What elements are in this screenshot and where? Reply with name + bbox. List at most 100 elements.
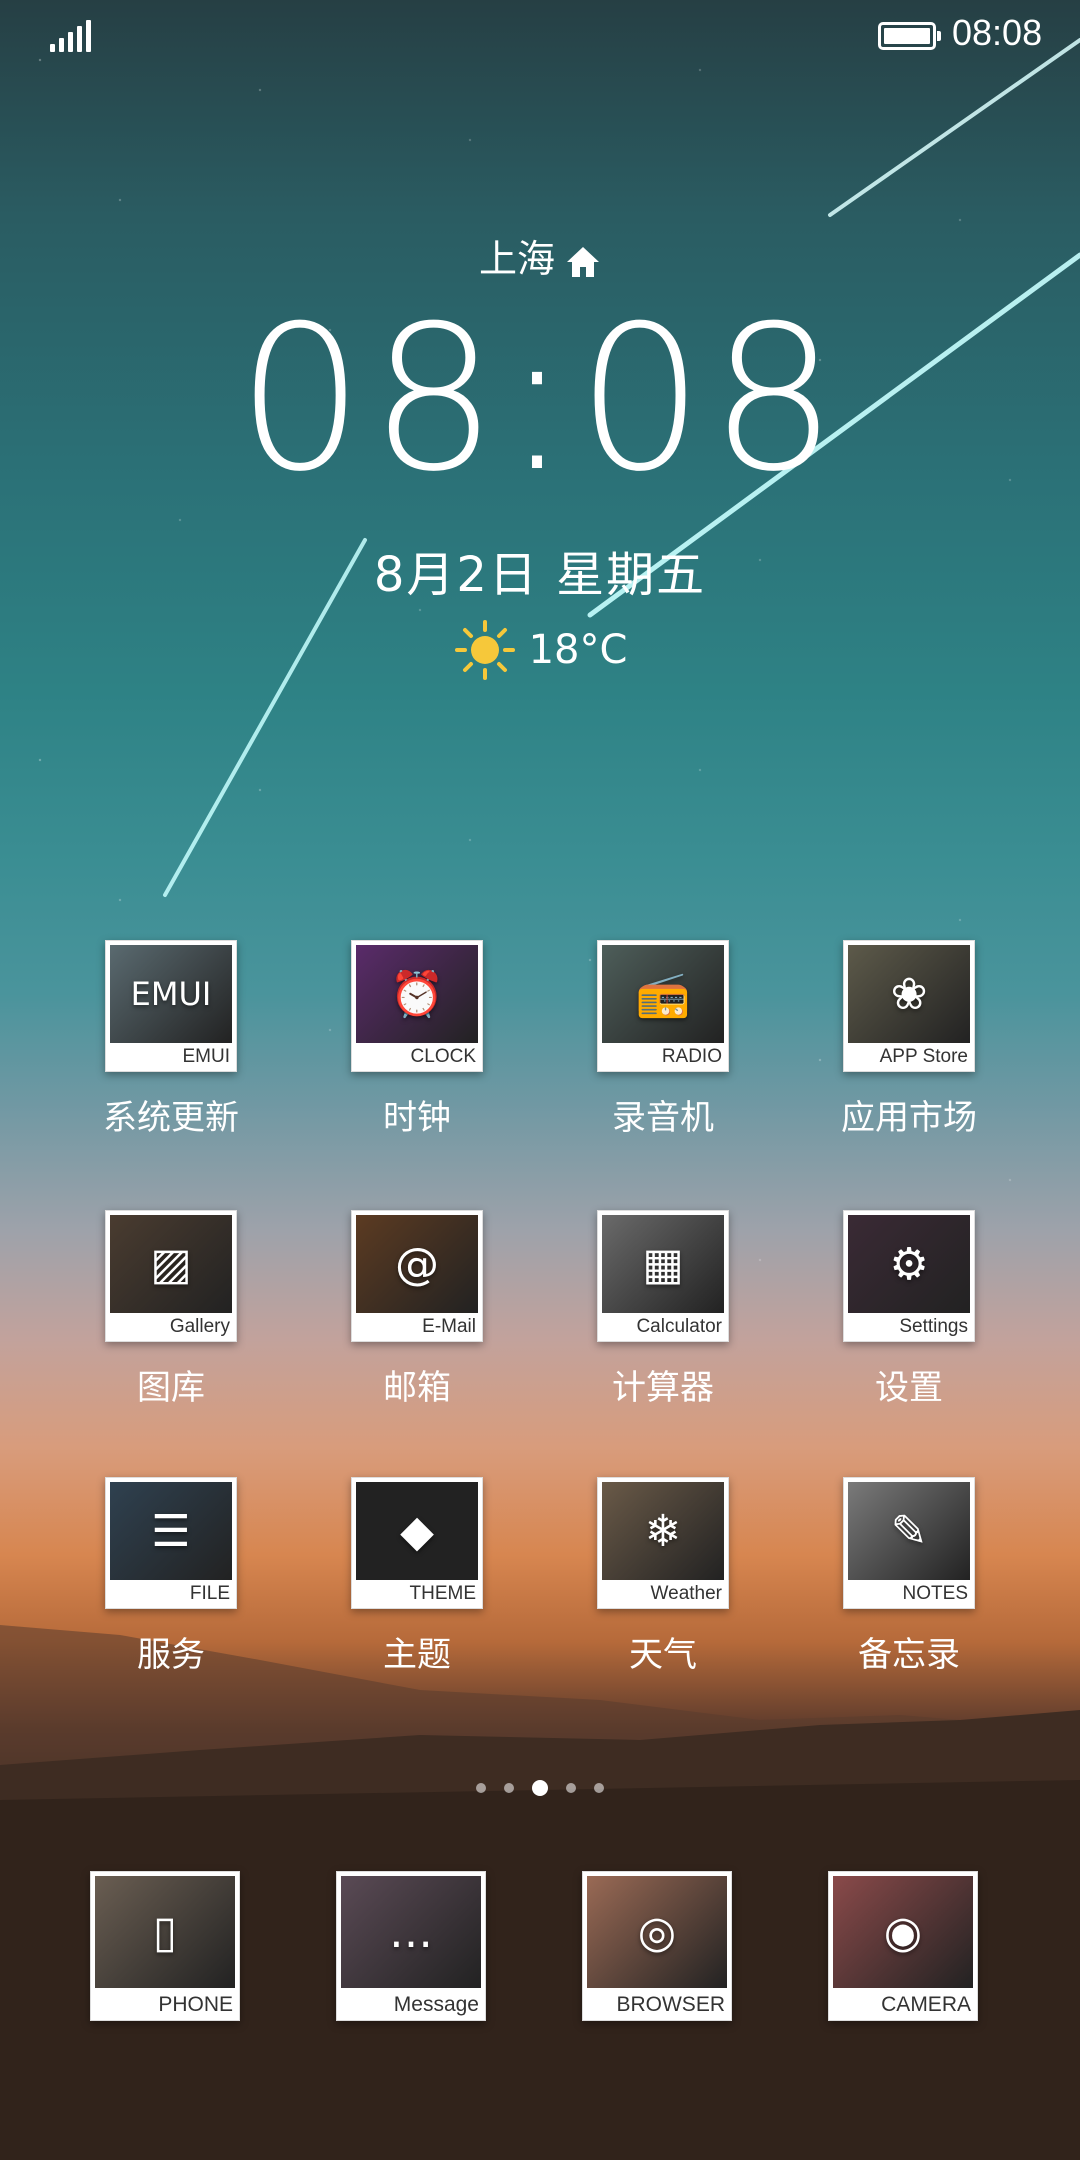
page-dot[interactable]	[504, 1783, 514, 1793]
app-icon-frame[interactable]: ◆ THEME	[351, 1477, 483, 1609]
app-label: 时钟	[383, 1098, 451, 1138]
app-label: 备忘录	[858, 1635, 960, 1675]
app-icon-frame[interactable]: ◉ CAMERA	[828, 1871, 978, 2021]
app-icon-photo: ▯	[95, 1876, 235, 1988]
app-icon-photo: ◎	[587, 1876, 727, 1988]
app-icon-caption: CLOCK	[410, 1046, 476, 1067]
app-icon-caption: RADIO	[661, 1046, 722, 1067]
app-e-mail[interactable]: @ E-Mail 邮箱	[327, 1210, 507, 1409]
page-dot[interactable]	[594, 1783, 604, 1793]
status-bar: 08:08	[0, 0, 1080, 72]
page-dot[interactable]	[476, 1783, 486, 1793]
app-clock[interactable]: ⏰ CLOCK 时钟	[327, 940, 507, 1139]
app-icon-frame[interactable]: EMUI EMUI	[105, 940, 237, 1072]
app-icon-frame[interactable]: ▨ Gallery	[105, 1210, 237, 1342]
app-icon-photo: ⚙	[848, 1215, 970, 1313]
app-icon-frame[interactable]: … Message	[336, 1871, 486, 2021]
app-label: 天气	[629, 1635, 697, 1675]
app-icon-frame[interactable]: ▦ Calculator	[597, 1210, 729, 1342]
app-icon-photo: ❄	[602, 1482, 724, 1580]
app-icon-frame[interactable]: ▯ PHONE	[90, 1871, 240, 2021]
page-dot-active[interactable]	[532, 1780, 548, 1796]
page-dot[interactable]	[566, 1783, 576, 1793]
app-icon-caption: Calculator	[636, 1316, 722, 1337]
app-icon-frame[interactable]: 📻 RADIO	[597, 940, 729, 1072]
city-row[interactable]: 上海	[0, 228, 1080, 283]
app-theme[interactable]: ◆ THEME 主题	[327, 1477, 507, 1676]
home-screen: 08:08 上海 08:08 8月2日 星期五 18°C EMUI EMUI 系统更…	[0, 0, 1080, 2160]
huawei-logo-icon: ❀	[890, 968, 928, 1020]
app-icon-photo: EMUI	[110, 945, 232, 1043]
app-icon-photo: ✎	[848, 1482, 970, 1580]
app-icon-photo: @	[356, 1215, 478, 1313]
app-icon-caption: FILE	[189, 1583, 230, 1604]
page-indicator[interactable]	[0, 1780, 1080, 1796]
sun-icon	[454, 620, 515, 680]
app-calculator[interactable]: ▦ Calculator 计算器	[573, 1210, 753, 1409]
app-icon-caption: EMUI	[182, 1046, 231, 1067]
status-time: 08:08	[952, 12, 1043, 53]
emui-update-icon: EMUI	[130, 975, 212, 1013]
app-icon-frame[interactable]: ☰ FILE	[105, 1477, 237, 1609]
app-label: 图库	[137, 1368, 205, 1408]
temperature: 18°C	[528, 627, 628, 673]
battery-icon	[878, 22, 941, 50]
app-icon-frame[interactable]: ✎ NOTES	[843, 1477, 975, 1609]
app-settings[interactable]: ⚙ Settings 设置	[819, 1210, 999, 1409]
app-label: 邮箱	[383, 1368, 451, 1408]
app-icon-frame[interactable]: ⚙ Settings	[843, 1210, 975, 1342]
alarm-clock-icon: ⏰	[389, 969, 445, 1020]
app-icon-frame[interactable]: ⏰ CLOCK	[351, 940, 483, 1072]
app-icon-photo: …	[341, 1876, 481, 1988]
app-radio[interactable]: 📻 RADIO 录音机	[573, 940, 753, 1139]
message-bubble-icon: …	[389, 1906, 433, 1958]
app-camera[interactable]: ◉ CAMERA	[813, 1871, 993, 2021]
app-icon-caption: Settings	[899, 1316, 968, 1337]
app-icon-caption: PHONE	[158, 1993, 233, 2016]
app-label: 设置	[875, 1368, 943, 1408]
app-icon-photo: ◉	[833, 1876, 973, 1988]
app-file[interactable]: ☰ FILE 服务	[81, 1477, 261, 1676]
app-message[interactable]: … Message	[321, 1871, 501, 2021]
app-weather[interactable]: ❄ Weather 天气	[573, 1477, 753, 1676]
app-icon-photo: ☰	[110, 1482, 232, 1580]
app-icon-photo: 📻	[602, 945, 724, 1043]
app-icon-caption: BROWSER	[616, 1993, 725, 2016]
tag-icon: ✎	[890, 1505, 928, 1557]
app-gallery[interactable]: ▨ Gallery 图库	[81, 1210, 261, 1409]
app-icon-caption: Gallery	[169, 1316, 230, 1337]
clock-time[interactable]: 08:08	[0, 300, 1080, 500]
app-icon-caption: THEME	[409, 1583, 477, 1604]
weather-row[interactable]: 18°C	[0, 618, 1080, 682]
clock-date: 8月2日 星期五	[373, 547, 707, 603]
picture-icon: ▨	[150, 1238, 192, 1290]
snowflake-icon: ❄	[644, 1505, 682, 1557]
app-emui[interactable]: EMUI EMUI 系统更新	[81, 940, 261, 1139]
radio-icon: 📻	[635, 969, 691, 1020]
phone-icon: ▯	[152, 1906, 178, 1958]
app-icon-frame[interactable]: @ E-Mail	[351, 1210, 483, 1342]
compass-icon: ◎	[637, 1906, 677, 1958]
gear-icon: ⚙	[889, 1238, 929, 1290]
app-phone[interactable]: ▯ PHONE	[75, 1871, 255, 2021]
app-icon-caption: CAMERA	[881, 1993, 971, 2016]
app-icon-photo: ◆	[356, 1482, 478, 1580]
app-icon-caption: Weather	[650, 1583, 722, 1604]
app-icon-caption: Message	[393, 1993, 479, 2016]
app-label: 主题	[383, 1635, 451, 1675]
app-notes[interactable]: ✎ NOTES 备忘录	[819, 1477, 999, 1676]
app-icon-frame[interactable]: ◎ BROWSER	[582, 1871, 732, 2021]
app-icon-frame[interactable]: ❀ APP Store	[843, 940, 975, 1072]
app-browser[interactable]: ◎ BROWSER	[567, 1871, 747, 2021]
app-label: 录音机	[612, 1098, 714, 1138]
camera-icon: ◉	[883, 1906, 923, 1958]
app-app-store[interactable]: ❀ APP Store 应用市场	[819, 940, 999, 1139]
app-icon-photo: ⏰	[356, 945, 478, 1043]
city-name: 上海	[478, 237, 555, 281]
calculator-icon: ▦	[642, 1238, 684, 1290]
app-icon-photo: ❀	[848, 945, 970, 1043]
app-icon-photo: ▨	[110, 1215, 232, 1313]
diamond-icon: ◆	[400, 1505, 434, 1557]
app-icon-frame[interactable]: ❄ Weather	[597, 1477, 729, 1609]
app-label: 应用市场	[841, 1098, 977, 1138]
